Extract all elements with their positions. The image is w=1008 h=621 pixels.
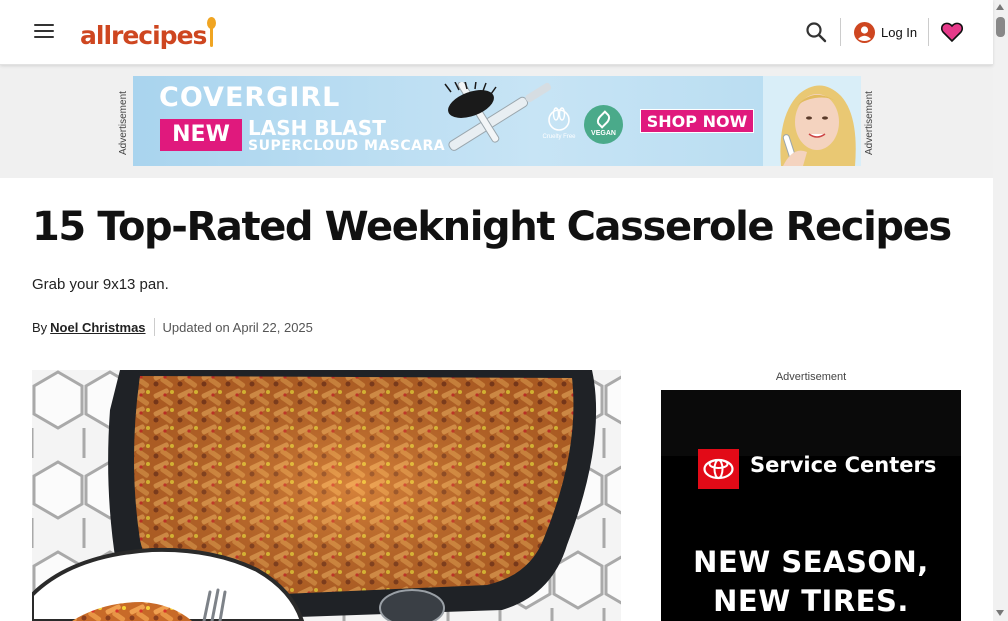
scrollbar[interactable] <box>993 0 1008 621</box>
author-link[interactable]: Noel Christmas <box>50 320 145 335</box>
by-label: By <box>32 319 48 335</box>
leaf-icon <box>594 110 613 129</box>
model-photo <box>763 76 861 166</box>
toyota-rail-ad[interactable]: Service Centers NEW SEASON, NEW TIRES. <box>661 390 961 621</box>
scroll-down-icon[interactable] <box>996 610 1004 616</box>
toyota-icon <box>703 458 734 480</box>
login-label: Log In <box>881 24 918 40</box>
site-header: allrecipes Log In <box>0 0 993 65</box>
article-subtitle: Grab your 9x13 pan. <box>32 276 169 293</box>
ad-product-line2: SUPERCLOUD MASCARA <box>248 138 446 154</box>
covergirl-banner-ad[interactable]: COVERGIRL NEW LASH BLAST SUPERCLOUD MASC… <box>133 76 861 166</box>
user-icon <box>854 21 875 43</box>
ad-product-line1: LASH BLAST <box>248 116 386 140</box>
toyota-logo <box>698 449 739 489</box>
hero-image[interactable] <box>32 370 621 621</box>
scrollbar-thumb[interactable] <box>996 17 1005 37</box>
header-divider <box>928 18 929 46</box>
login-button[interactable]: Log In <box>854 20 917 44</box>
rail-ad-headline-line1: NEW SEASON, <box>693 545 929 579</box>
scroll-up-icon[interactable] <box>996 4 1004 10</box>
rail-ad-label: Advertisement <box>775 371 847 383</box>
spoon-icon <box>207 17 217 47</box>
ad-label-right: Advertisement <box>864 91 875 155</box>
shop-now-button[interactable]: SHOP NOW <box>640 109 754 133</box>
vegan-text: VEGAN <box>591 130 616 137</box>
article-title: 15 Top-Rated Weeknight Casserole Recipes <box>32 204 952 250</box>
rail-ad-headline-line2: NEW TIRES. <box>713 584 909 618</box>
casserole-photo <box>32 370 621 621</box>
bunny-icon: Cruelty Free <box>542 107 576 140</box>
header-divider <box>840 18 841 46</box>
updated-date: Updated on April 22, 2025 <box>162 319 313 335</box>
menu-icon[interactable] <box>34 24 54 40</box>
ad-label-left: Advertisement <box>118 91 129 155</box>
cruelty-free-text: Cruelty Free <box>542 134 576 140</box>
top-ad-area: Advertisement COVERGIRL NEW LASH BLAST S… <box>0 65 993 178</box>
byline-divider <box>153 318 155 336</box>
search-icon[interactable] <box>805 21 827 43</box>
page: allrecipes Log In Advertisement COVERGIR… <box>0 0 1008 621</box>
vegan-badge: VEGAN <box>584 105 623 144</box>
site-logo[interactable]: allrecipes <box>80 14 217 50</box>
ad-new-badge: NEW <box>160 119 242 151</box>
cruelty-free-badge: Cruelty Free <box>541 106 577 142</box>
rail-ad-brand: Service Centers <box>750 453 937 477</box>
ad-brand: COVERGIRL <box>159 82 341 113</box>
rail-ad-topband <box>661 390 961 456</box>
logo-text: allrecipes <box>80 21 207 50</box>
byline: By Noel Christmas Updated on April 22, 2… <box>32 318 313 336</box>
heart-icon[interactable] <box>940 20 964 44</box>
